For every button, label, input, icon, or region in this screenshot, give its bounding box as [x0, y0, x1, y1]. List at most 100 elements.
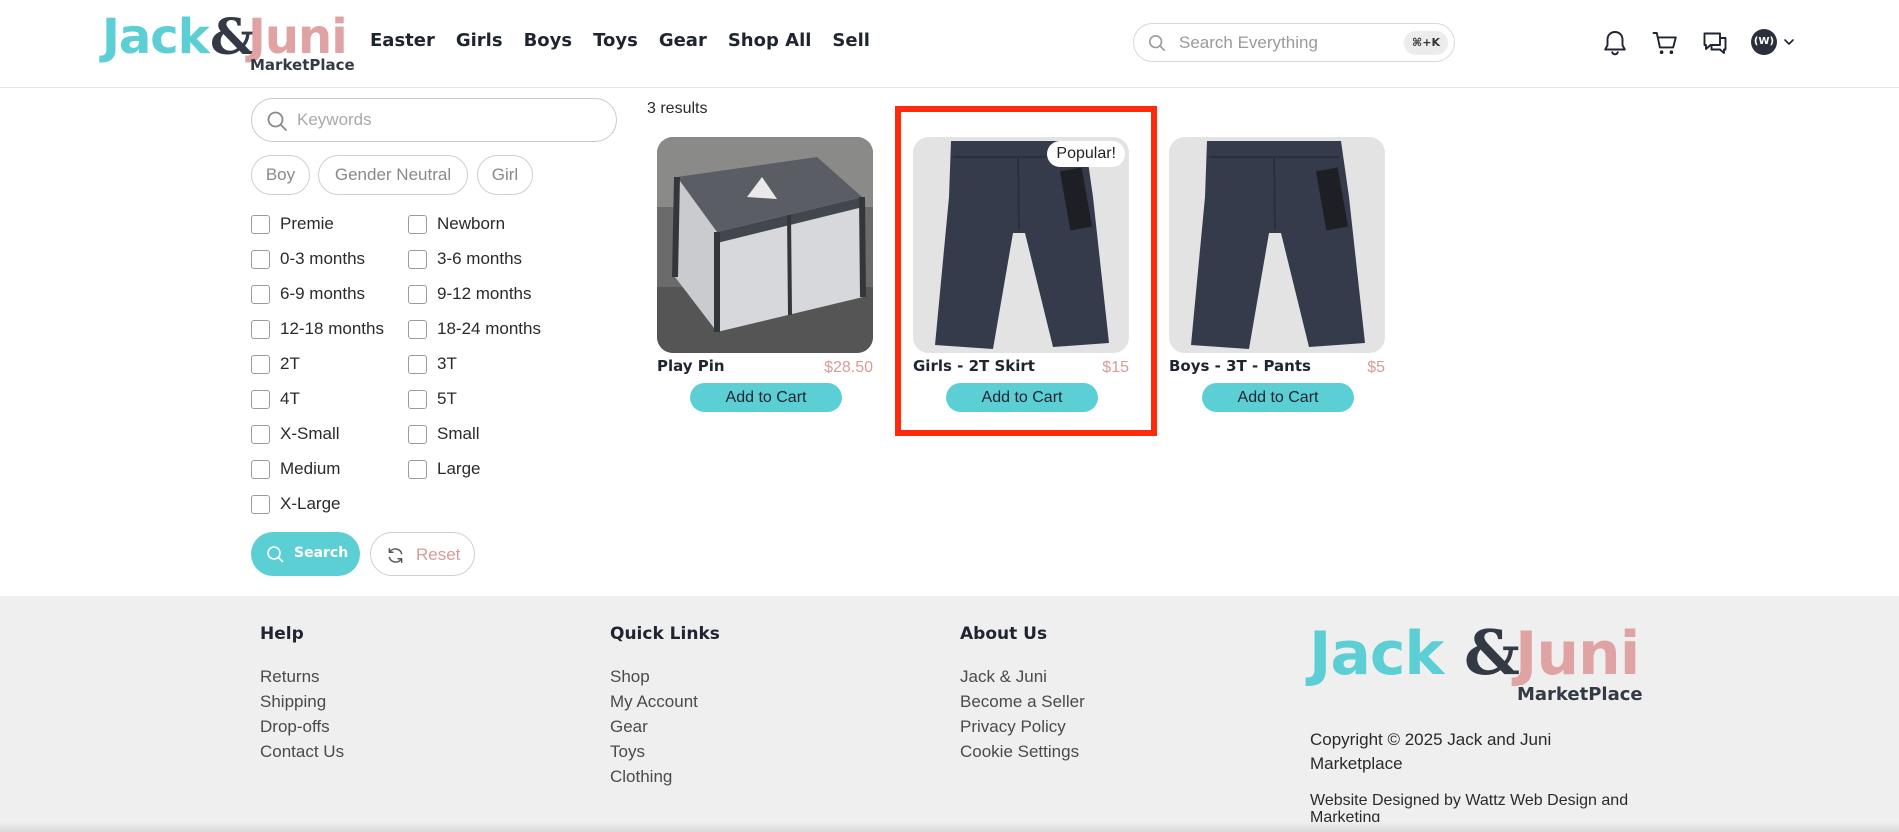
size-filter-large[interactable]: Large — [408, 458, 480, 480]
main-nav: Easter Girls Boys Toys Gear Shop All Sel… — [370, 30, 891, 51]
nav-boys[interactable]: Boys — [524, 30, 573, 51]
size-filter-x-small[interactable]: X-Small — [251, 423, 340, 445]
selection-highlight — [895, 106, 1157, 436]
footer-link-gear[interactable]: Gear — [610, 714, 720, 739]
footer-link-jack-and-juni[interactable]: Jack & Juni — [960, 664, 1085, 689]
size-filter-5t[interactable]: 5T — [408, 388, 457, 410]
product-price: $28.50 — [824, 359, 873, 376]
logo-marketplace: MarketPlace — [1517, 684, 1643, 705]
site-logo[interactable]: Jack & Juni MarketPlace — [102, 9, 355, 76]
size-filter-6-9-months[interactable]: 6-9 months — [251, 283, 365, 305]
size-filter-18-24-months[interactable]: 18-24 months — [408, 318, 541, 340]
size-filter-3-6-months[interactable]: 3-6 months — [408, 248, 522, 270]
size-filter-small[interactable]: Small — [408, 423, 480, 445]
size-label: Small — [437, 424, 480, 443]
checkbox[interactable] — [251, 459, 270, 479]
account-menu[interactable]: (W) — [1751, 29, 1799, 57]
logo-jack: Jack — [102, 9, 210, 65]
checkbox[interactable] — [408, 249, 427, 269]
nav-easter[interactable]: Easter — [370, 30, 435, 51]
designer-credit[interactable]: Website Designed by Wattz Web Design and… — [1310, 792, 1650, 826]
add-to-cart-button[interactable]: Add to Cart — [690, 383, 842, 412]
reset-button[interactable]: Reset — [370, 532, 475, 576]
footer-link-shipping[interactable]: Shipping — [260, 689, 344, 714]
checkbox[interactable] — [251, 354, 270, 374]
product-name[interactable]: Play Pin — [657, 357, 725, 375]
checkbox[interactable] — [408, 389, 427, 409]
size-filter-4t[interactable]: 4T — [251, 388, 300, 410]
product-image[interactable] — [1169, 137, 1385, 353]
refresh-icon — [388, 547, 403, 564]
product-image[interactable] — [657, 137, 873, 353]
gender-chip-gender-neutral[interactable]: Gender Neutral — [318, 155, 468, 195]
product-card-play-pin[interactable]: Play Pin $28.50 Add to Cart — [647, 137, 873, 417]
checkbox[interactable] — [408, 354, 427, 374]
bell-icon[interactable] — [1600, 28, 1630, 58]
checkbox[interactable] — [408, 214, 427, 234]
size-label: 2T — [280, 354, 300, 373]
size-label: 3-6 months — [437, 249, 523, 268]
size-filter-premie[interactable]: Premie — [251, 213, 334, 235]
size-label: X-Large — [280, 494, 341, 513]
checkbox[interactable] — [408, 319, 427, 339]
search-button-label: Search — [294, 545, 349, 561]
size-label: 9-12 months — [437, 284, 532, 303]
gender-chip-girl[interactable]: Girl — [477, 155, 533, 195]
footer-link-toys[interactable]: Toys — [610, 739, 720, 764]
size-filter-0-3-months[interactable]: 0-3 months — [251, 248, 365, 270]
shortcut-badge: ⌘+K — [1404, 31, 1448, 55]
nav-gear[interactable]: Gear — [659, 30, 707, 51]
footer-heading: Quick Links — [610, 624, 720, 644]
checkbox[interactable] — [251, 494, 270, 514]
nav-girls[interactable]: Girls — [456, 30, 503, 51]
checkbox[interactable] — [251, 284, 270, 304]
logo-juni: Juni — [248, 9, 348, 65]
footer-link-drop-offs[interactable]: Drop-offs — [260, 714, 344, 739]
size-label: Medium — [280, 459, 341, 478]
checkbox[interactable] — [251, 319, 270, 339]
footer-link-shop[interactable]: Shop — [610, 664, 720, 689]
footer-link-privacy-policy[interactable]: Privacy Policy — [960, 714, 1085, 739]
size-label: 12-18 months — [280, 319, 384, 338]
search-icon — [267, 546, 284, 563]
size-filter-x-large[interactable]: X-Large — [251, 493, 340, 515]
size-filter-9-12-months[interactable]: 9-12 months — [408, 283, 532, 305]
add-to-cart-button[interactable]: Add to Cart — [1202, 383, 1354, 412]
checkbox[interactable] — [408, 424, 427, 444]
footer-link-clothing[interactable]: Clothing — [610, 764, 720, 789]
global-search-input[interactable]: Search Everything ⌘+K — [1133, 23, 1455, 62]
logo-jack: Jack — [1309, 619, 1444, 689]
checkbox[interactable] — [251, 389, 270, 409]
checkbox[interactable] — [251, 214, 270, 234]
search-icon — [1148, 34, 1166, 52]
nav-toys[interactable]: Toys — [593, 30, 638, 51]
checkbox[interactable] — [408, 284, 427, 304]
cart-icon[interactable] — [1650, 28, 1680, 58]
size-filter-2t[interactable]: 2T — [251, 353, 300, 375]
checkbox[interactable] — [251, 249, 270, 269]
footer-link-become-a-seller[interactable]: Become a Seller — [960, 689, 1085, 714]
search-icon — [267, 111, 287, 131]
size-filter-newborn[interactable]: Newborn — [408, 213, 505, 235]
footer-link-contact-us[interactable]: Contact Us — [260, 739, 344, 764]
size-label: 18-24 months — [437, 319, 541, 338]
product-name[interactable]: Boys - 3T - Pants — [1169, 357, 1311, 375]
size-filter-12-18-months[interactable]: 12-18 months — [251, 318, 384, 340]
nav-shop-all[interactable]: Shop All — [728, 30, 812, 51]
chevron-down-icon — [1784, 39, 1794, 45]
footer-link-returns[interactable]: Returns — [260, 664, 344, 689]
footer-heading: Help — [260, 624, 304, 644]
checkbox[interactable] — [408, 459, 427, 479]
search-button[interactable]: Search — [251, 532, 360, 576]
footer-link-my-account[interactable]: My Account — [610, 689, 720, 714]
messages-icon[interactable] — [1700, 28, 1730, 58]
footer-link-cookie-settings[interactable]: Cookie Settings — [960, 739, 1085, 764]
size-filter-3t[interactable]: 3T — [408, 353, 457, 375]
size-label: X-Small — [280, 424, 340, 443]
product-card-boys-3t-pants[interactable]: Boys - 3T - Pants $5 Add to Cart — [1159, 137, 1385, 417]
size-filter-medium[interactable]: Medium — [251, 458, 340, 480]
gender-chip-boy[interactable]: Boy — [251, 155, 310, 195]
nav-sell[interactable]: Sell — [832, 30, 870, 51]
checkbox[interactable] — [251, 424, 270, 444]
keywords-input[interactable]: Keywords — [251, 98, 617, 142]
